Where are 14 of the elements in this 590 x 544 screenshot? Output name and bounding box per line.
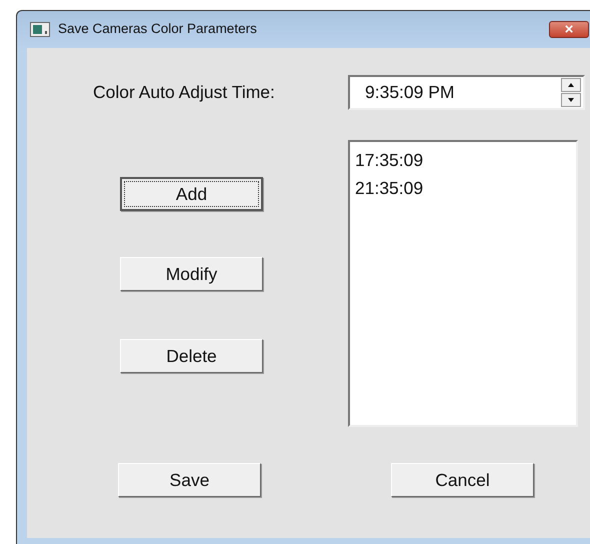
list-item[interactable]: 21:35:09 xyxy=(355,174,424,202)
modify-button[interactable]: Modify xyxy=(120,257,263,291)
spin-arrows-icon[interactable] xyxy=(561,78,581,107)
close-button[interactable]: × xyxy=(549,21,589,38)
time-list[interactable]: 17:35:09 21:35:09 xyxy=(348,140,578,427)
delete-button[interactable]: Delete xyxy=(120,339,263,373)
list-item[interactable]: 17:35:09 xyxy=(355,146,424,174)
time-label: Color Auto Adjust Time: xyxy=(93,81,276,104)
app-icon xyxy=(30,22,50,37)
cancel-button[interactable]: Cancel xyxy=(391,463,534,497)
add-button[interactable]: Add xyxy=(120,177,263,211)
save-button[interactable]: Save xyxy=(118,463,261,497)
time-field[interactable]: 9:35:09 PM xyxy=(348,75,585,110)
window-title: Save Cameras Color Parameters xyxy=(58,20,258,38)
